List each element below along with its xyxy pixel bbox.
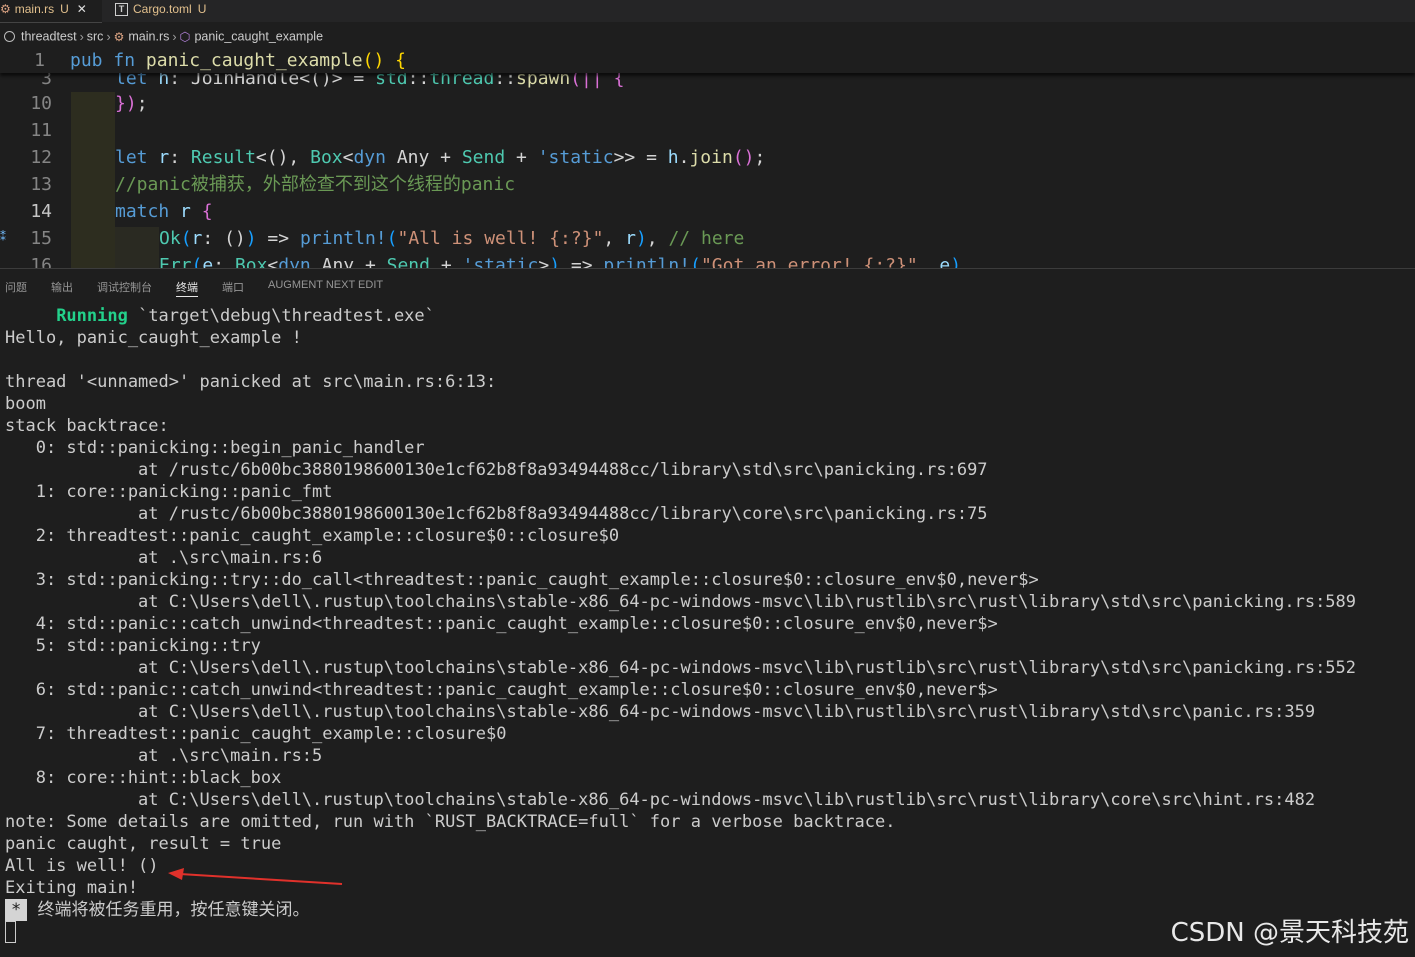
terminal-line: 3: std::panicking::try::do_call<threadte… bbox=[5, 570, 1039, 590]
terminal-line: at C:\Users\dell\.rustup\toolchains\stab… bbox=[5, 592, 1357, 612]
terminal-line: 5: std::panicking::try bbox=[5, 636, 261, 656]
chevron-right-icon: › bbox=[106, 29, 111, 44]
task-reuse-message: 终端将被任务重用，按任意键关闭。 bbox=[27, 900, 310, 920]
code-line[interactable]: match r { bbox=[115, 198, 213, 225]
tab-augment-next-edit[interactable]: AUGMENT NEXT EDIT bbox=[268, 279, 383, 291]
running-label: Running bbox=[56, 306, 128, 326]
code-editor[interactable]: 3 let h: JoinHandle<()> = std::thread::s… bbox=[0, 46, 1415, 268]
tab-debug-console[interactable]: 调试控制台 bbox=[97, 279, 152, 295]
terminal-line: at C:\Users\dell\.rustup\toolchains\stab… bbox=[5, 702, 1316, 722]
line-number: 15 bbox=[30, 228, 52, 249]
git-status-badge: U bbox=[197, 2, 207, 16]
terminal-line: at .\src\main.rs:6 bbox=[5, 548, 323, 568]
line-number-current: 14 bbox=[30, 201, 52, 222]
tab-label: main.rs bbox=[14, 2, 55, 16]
git-status-badge: U bbox=[60, 2, 69, 16]
terminal-line: at C:\Users\dell\.rustup\toolchains\stab… bbox=[5, 658, 1357, 678]
breadcrumb: threadtest › src › ⚙ main.rs › ⬡ panic_caught_ex… bbox=[0, 26, 323, 46]
terminal-line: panic caught, result = true bbox=[5, 834, 282, 854]
terminal-cursor[interactable] bbox=[5, 921, 16, 943]
tab-problems[interactable]: 问题 bbox=[5, 279, 27, 295]
terminal-line: at /rustc/6b00bc3880198600130e1cf62b8f8a… bbox=[5, 460, 988, 480]
tab-main-rs[interactable]: ⚙ main.rs U ✕ bbox=[0, 0, 102, 23]
terminal-line: 1: core::panicking::panic_fmt bbox=[5, 482, 333, 502]
panel-tab-bar: 问题 输出 调试控制台 终端 端口 AUGMENT NEXT EDIT bbox=[0, 268, 1415, 303]
terminal-line: stack backtrace: bbox=[5, 416, 169, 436]
tab-terminal[interactable]: 终端 bbox=[176, 279, 198, 297]
toml-file-icon: T bbox=[115, 3, 128, 16]
line-number: 12 bbox=[30, 147, 52, 168]
indent-guide bbox=[71, 92, 115, 268]
code-comment[interactable]: //panic被捕获，外部检查不到这个线程的panic bbox=[115, 171, 515, 198]
editor-tab-bar: ⚙ main.rs U ✕ T Cargo.toml U bbox=[0, 0, 1415, 23]
line-number: 13 bbox=[30, 174, 52, 195]
breadcrumb-folder[interactable]: src bbox=[87, 30, 104, 44]
tab-ports[interactable]: 端口 bbox=[222, 279, 244, 295]
rust-file-icon: ⚙ bbox=[113, 29, 125, 44]
terminal-line: 2: threadtest::panic_caught_example::clo… bbox=[5, 526, 620, 546]
line-number: 1 bbox=[34, 50, 45, 71]
terminal-line: boom bbox=[5, 394, 46, 414]
terminal-output[interactable]: Running `target\debug\threadtest.exe` He… bbox=[5, 305, 1410, 943]
task-marker: * bbox=[5, 899, 28, 921]
sticky-scroll-header[interactable]: 1 pub fn panic_caught_example() { bbox=[0, 46, 1415, 73]
close-icon[interactable]: ✕ bbox=[77, 2, 87, 16]
terminal-line: Running `target\debug\threadtest.exe` bbox=[56, 306, 435, 326]
breadcrumb-symbol[interactable]: panic_caught_example bbox=[194, 30, 323, 44]
terminal-line: 4: std::panic::catch_unwind<threadtest::… bbox=[5, 614, 998, 634]
terminal-line: Hello, panic_caught_example ! bbox=[5, 328, 302, 348]
code-line[interactable]: }); bbox=[115, 90, 148, 117]
terminal-line: Exiting main! bbox=[5, 878, 139, 898]
chevron-right-icon: › bbox=[172, 29, 177, 44]
indent-guide bbox=[115, 227, 159, 268]
terminal-line: 0: std::panicking::begin_panic_handler bbox=[5, 438, 425, 458]
terminal-line: at C:\Users\dell\.rustup\toolchains\stab… bbox=[5, 790, 1316, 810]
terminal-line: note: Some details are omitted, run with… bbox=[5, 812, 896, 832]
terminal-line: at .\src\main.rs:5 bbox=[5, 746, 323, 766]
chevron-right-icon: › bbox=[79, 29, 84, 44]
line-number: 10 bbox=[30, 93, 52, 114]
breadcrumb-project[interactable]: threadtest bbox=[21, 30, 77, 44]
terminal-line: at /rustc/6b00bc3880198600130e1cf62b8f8a… bbox=[5, 504, 988, 524]
project-icon bbox=[4, 31, 15, 43]
tab-output[interactable]: 输出 bbox=[51, 279, 73, 295]
terminal-line: thread '<unnamed>' panicked at src\main.… bbox=[5, 372, 497, 392]
terminal-line: All is well! () bbox=[5, 856, 159, 876]
line-number: 16 bbox=[30, 255, 52, 268]
watermark: CSDN @景天科技苑 bbox=[1170, 918, 1409, 948]
terminal-line: 7: threadtest::panic_caught_example::clo… bbox=[5, 724, 507, 744]
code-line[interactable]: Err(e: Box<dyn Any + Send + 'static>) =>… bbox=[159, 252, 961, 268]
tab-label: Cargo.toml bbox=[133, 2, 192, 16]
function-symbol-icon: ⬡ bbox=[179, 29, 191, 44]
code-line[interactable]: let r: Result<(), Box<dyn Any + Send + '… bbox=[115, 144, 765, 171]
terminal-line: 8: core::hint::black_box bbox=[5, 768, 282, 788]
breadcrumb-file[interactable]: main.rs bbox=[128, 30, 169, 44]
code-line[interactable]: Ok(r: ()) => println!("All is well! {:?}… bbox=[159, 225, 744, 252]
code-line[interactable]: pub fn panic_caught_example() { bbox=[70, 47, 406, 74]
terminal-line: 6: std::panic::catch_unwind<threadtest::… bbox=[5, 680, 998, 700]
tab-cargo-toml[interactable]: T Cargo.toml U bbox=[115, 0, 225, 22]
rust-file-icon: ⚙ bbox=[0, 2, 11, 16]
line-number: 11 bbox=[30, 120, 52, 141]
